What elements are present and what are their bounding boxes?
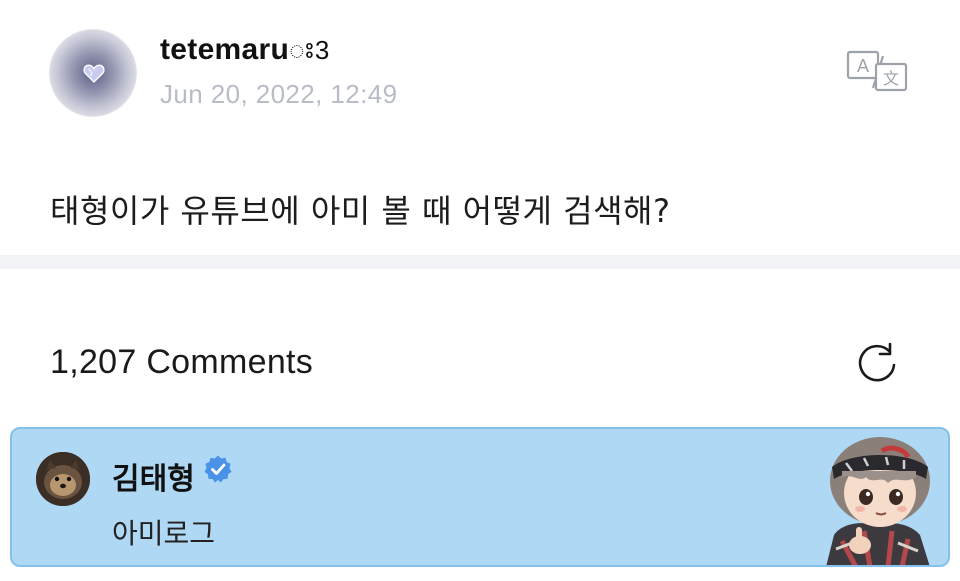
username[interactable]: tetemaruꢁ3 xyxy=(160,31,330,67)
highlighted-comment[interactable]: 김태형 아미로그 xyxy=(10,427,950,567)
post-header: tetemaruꢁ3 Jun 20, 2022, 12:49 A 文 xyxy=(0,0,960,150)
post-body: 태형이가 유튜브에 아미 볼 때 어떻게 검색해? xyxy=(50,192,671,230)
translate-icon: A 文 xyxy=(846,50,908,92)
username-suffix: ꢁ3 xyxy=(289,35,330,65)
svg-text:文: 文 xyxy=(883,69,899,88)
refresh-icon xyxy=(858,342,896,382)
character-sticker-icon xyxy=(812,431,944,565)
heart-icon xyxy=(83,64,105,83)
post-timestamp: Jun 20, 2022, 12:49 xyxy=(160,79,398,109)
comment-text: 아미로그 xyxy=(112,517,216,550)
verified-badge-icon xyxy=(203,454,233,484)
username-text: tetemaru xyxy=(160,33,290,66)
avatar[interactable] xyxy=(49,29,137,117)
comment-author[interactable]: 김태형 xyxy=(112,454,195,498)
svg-text:A: A xyxy=(857,56,869,76)
section-divider xyxy=(0,255,960,269)
refresh-button[interactable] xyxy=(853,341,901,389)
comment-avatar[interactable] xyxy=(36,452,90,506)
translate-button[interactable]: A 文 xyxy=(846,50,908,92)
comments-count: 1,207 Comments xyxy=(50,343,314,381)
